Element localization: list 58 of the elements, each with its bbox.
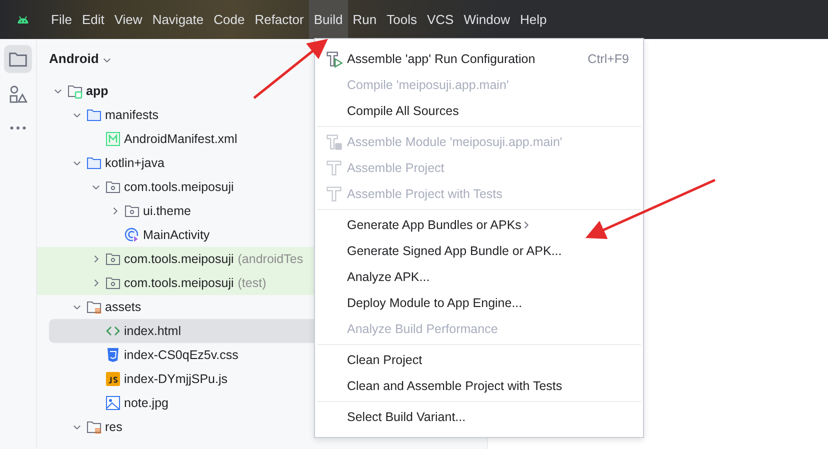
hammer-icon <box>325 185 343 203</box>
file-label: res <box>105 418 122 436</box>
file-label: index-CS0qEz5v.css <box>124 346 238 364</box>
folder-icon <box>86 107 102 123</box>
shapes-icon <box>8 84 28 104</box>
menu-item[interactable]: Tools <box>382 0 422 39</box>
view-selector[interactable]: Android <box>49 49 99 69</box>
class-icon <box>124 227 140 243</box>
menu-item[interactable]: Run <box>348 0 382 39</box>
package-icon <box>105 251 121 267</box>
menu-item[interactable]: VCS <box>422 0 459 39</box>
menu-item[interactable]: Window <box>458 0 515 39</box>
hammer-stop-icon <box>325 133 343 151</box>
file-label: ui.theme <box>143 202 191 220</box>
menu-item[interactable]: Clean Project <box>315 347 643 373</box>
menu-item[interactable]: File <box>46 0 77 39</box>
menu-item[interactable]: View <box>109 0 148 39</box>
menu-item[interactable]: Select Build Variant... <box>315 404 643 430</box>
file-label: com.tools.meiposuji <box>124 178 234 196</box>
shortcut-label: Ctrl+F9 <box>588 50 629 68</box>
file-label: manifests <box>105 106 158 124</box>
menu-item[interactable]: Help <box>514 0 552 39</box>
folder-icon <box>86 155 102 171</box>
file-label: app <box>86 82 108 100</box>
package-icon <box>105 275 121 291</box>
image-file-icon <box>105 395 121 411</box>
menu-item[interactable]: Generate App Bundles or APKs <box>315 212 643 238</box>
file-label: assets <box>105 298 142 316</box>
menu-item[interactable]: Build <box>308 0 348 39</box>
resource-folder-icon <box>86 419 102 435</box>
menu-item[interactable]: Assemble 'app' Run Configuration Ctrl+F9 <box>315 46 643 72</box>
menu-item[interactable]: Compile All Sources <box>315 98 643 124</box>
hammer-icon <box>325 159 343 177</box>
menu-item[interactable]: Edit <box>76 0 110 39</box>
package-icon <box>124 203 140 219</box>
file-label: com.tools.meiposuji <box>124 250 234 268</box>
file-label: com.tools.meiposuji <box>124 274 234 292</box>
css-file-icon <box>105 347 121 363</box>
menu-item[interactable]: Clean and Assemble Project with Tests <box>315 373 643 399</box>
more-icon <box>10 126 26 130</box>
menu-item[interactable]: Navigate <box>147 0 209 39</box>
file-label: note.jpg <box>124 394 168 412</box>
manifest-file-icon <box>105 131 121 147</box>
file-label: index.html <box>124 322 181 340</box>
tool-window-button[interactable] <box>4 45 32 74</box>
file-label: MainActivity <box>143 226 210 244</box>
module-folder-icon <box>67 83 83 99</box>
package-icon <box>105 179 121 195</box>
file-label: index-DYmjjSPu.js <box>124 370 228 388</box>
file-label: kotlin+java <box>105 154 164 172</box>
menu-item[interactable]: Refactor <box>250 0 309 39</box>
menu-item[interactable]: Code <box>208 0 250 39</box>
scope-label: (androidTes <box>238 250 304 268</box>
hammer-run-icon <box>325 50 343 68</box>
js-file-icon <box>105 371 121 387</box>
scope-label: (test) <box>238 274 266 292</box>
file-label: AndroidManifest.xml <box>124 130 238 148</box>
resource-folder-icon <box>86 299 102 315</box>
